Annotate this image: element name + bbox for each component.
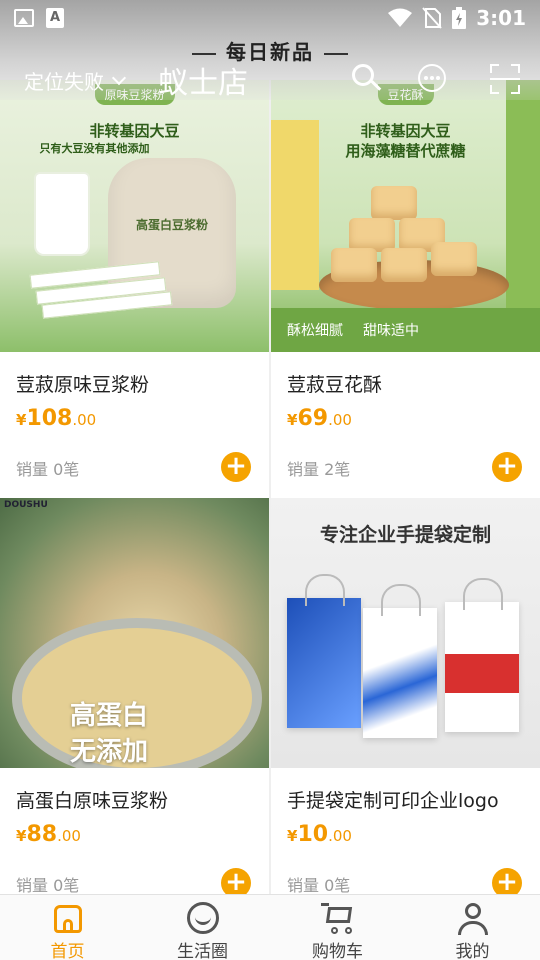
product-name[interactable]: 荳菽原味豆浆粉: [16, 370, 149, 397]
image-headline: 专注企业手提袋定制: [319, 524, 491, 546]
image-caption-left: 酥松细腻: [287, 323, 343, 339]
image-caption-right: 甜味适中: [363, 323, 419, 339]
product-image[interactable]: 原味豆浆粉 非转基因大豆 只有大豆没有其他添加 高蛋白豆浆粉: [0, 80, 269, 352]
cake-graphic: [431, 242, 477, 276]
product-grid: 原味豆浆粉 非转基因大豆 只有大豆没有其他添加 高蛋白豆浆粉 荳菽原味豆浆粉 ¥…: [0, 80, 540, 894]
cart-icon: [320, 901, 355, 935]
a-badge-icon: A: [46, 8, 64, 28]
sales-count: 销量 2笔: [287, 460, 351, 479]
milk-glass-graphic: [36, 174, 88, 254]
chat-circle-icon: [186, 901, 220, 935]
search-icon[interactable]: [352, 64, 382, 94]
image-headline: 非转基因大豆: [89, 122, 180, 140]
image-slogan: 高蛋白 无添加: [70, 701, 149, 767]
image-headline: 非转基因大豆: [360, 122, 451, 140]
product-name[interactable]: 荳菽豆花酥: [287, 370, 382, 397]
image-footer-strip: 酥松细腻 甜味适中: [271, 308, 540, 352]
cake-graphic: [331, 248, 377, 282]
tab-label: 生活圈: [177, 942, 228, 960]
clock-time: 3:01: [476, 6, 526, 30]
product-price: ¥108.00: [16, 406, 97, 431]
product-image[interactable]: 豆花酥 非转基因大豆 用海藻糖替代蔗糖 酥松细腻 甜味适中: [271, 80, 540, 352]
bag-graphic: [363, 584, 437, 738]
product-image[interactable]: DOUSHU 高蛋白 无添加: [0, 498, 269, 768]
wifi-icon: [388, 8, 413, 27]
bag-label: 高蛋白豆浆粉: [135, 218, 208, 232]
image-subline: 只有大豆没有其他添加: [39, 142, 150, 155]
location-label: 定位失败: [24, 70, 104, 94]
bag-graphic: [287, 574, 361, 728]
message-icon[interactable]: [418, 64, 448, 94]
tab-label: 我的: [455, 942, 490, 960]
tab-life-circle[interactable]: 生活圈: [135, 895, 270, 960]
product-card[interactable]: DOUSHU 高蛋白 无添加 高蛋白原味豆浆粉 ¥88.00 销量 0笔 +: [0, 498, 269, 894]
cake-graphic: [381, 248, 427, 282]
battery-charging-icon: [452, 7, 467, 29]
no-sim-icon: [422, 7, 442, 29]
cake-graphic: [349, 218, 395, 252]
page-title: 每日新品: [0, 36, 540, 65]
product-image[interactable]: 专注企业手提袋定制: [271, 498, 540, 768]
product-price: ¥10.00: [287, 822, 352, 847]
status-bar: A 3:01: [0, 0, 540, 36]
sales-count: 销量 0笔: [16, 876, 80, 894]
product-card[interactable]: 专注企业手提袋定制 手提袋定制可印企业logo ¥10.00 销量 0笔 +: [271, 498, 540, 894]
sales-count: 销量 0笔: [287, 876, 351, 894]
add-to-cart-button[interactable]: +: [221, 868, 251, 894]
tab-label: 购物车: [312, 942, 363, 960]
user-icon: [456, 901, 490, 935]
chevron-down-icon: [111, 70, 127, 85]
add-to-cart-button[interactable]: +: [221, 452, 251, 482]
scan-icon[interactable]: [490, 64, 520, 94]
tab-home[interactable]: 首页: [0, 895, 135, 960]
sachet-graphic: [29, 261, 173, 319]
app-screen: 原味豆浆粉 非转基因大豆 只有大豆没有其他添加 高蛋白豆浆粉 荳菽原味豆浆粉 ¥…: [0, 0, 540, 960]
sales-count: 销量 0笔: [16, 460, 80, 479]
shop-name: 蚁士店: [158, 66, 248, 101]
product-card[interactable]: 豆花酥 非转基因大豆 用海藻糖替代蔗糖 酥松细腻 甜味适中 荳菽豆花酥 ¥69.…: [271, 80, 540, 498]
image-brand: DOUSHU: [4, 500, 48, 510]
image-icon: [14, 9, 34, 27]
tab-mine[interactable]: 我的: [405, 895, 540, 960]
tab-label: 首页: [50, 942, 85, 960]
image-subline: 用海藻糖替代蔗糖: [345, 142, 466, 160]
bag-graphic: [445, 578, 519, 732]
add-to-cart-button[interactable]: +: [492, 452, 522, 482]
product-card[interactable]: 原味豆浆粉 非转基因大豆 只有大豆没有其他添加 高蛋白豆浆粉 荳菽原味豆浆粉 ¥…: [0, 80, 269, 498]
bottom-nav: 首页 生活圈 购物车 我的: [0, 894, 540, 960]
add-to-cart-button[interactable]: +: [492, 868, 522, 894]
product-price: ¥88.00: [16, 822, 81, 847]
tab-cart[interactable]: 购物车: [270, 895, 405, 960]
home-icon: [51, 901, 85, 935]
location-selector[interactable]: 定位失败: [24, 66, 127, 95]
cake-graphic: [371, 186, 417, 220]
product-name[interactable]: 高蛋白原味豆浆粉: [16, 786, 168, 813]
product-price: ¥69.00: [287, 406, 352, 431]
product-name[interactable]: 手提袋定制可印企业logo: [287, 786, 499, 813]
